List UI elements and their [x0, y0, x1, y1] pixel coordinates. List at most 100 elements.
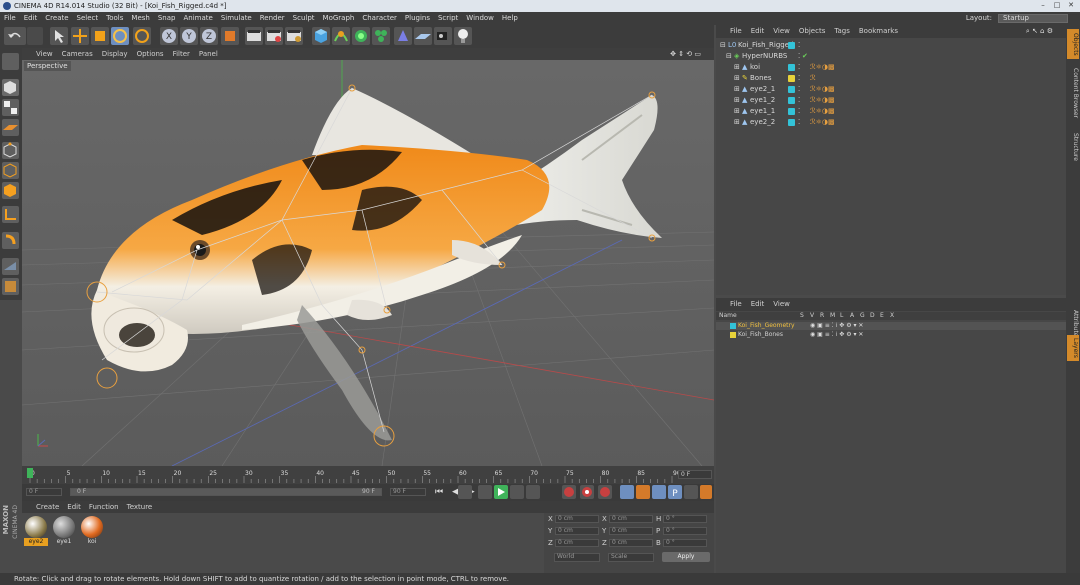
parameter-key-icon[interactable]: P — [668, 485, 682, 499]
object-tags-icon[interactable]: ℛ⚛◑▩ — [810, 117, 835, 128]
position-key-icon[interactable] — [620, 485, 634, 499]
live-selection-tool-icon[interactable] — [50, 27, 68, 45]
visibility-dots[interactable]: ⁚ — [798, 51, 800, 62]
menu-sculpt[interactable]: Sculpt — [289, 12, 319, 25]
autokey-icon[interactable] — [580, 485, 594, 499]
rotate-tool-icon[interactable] — [111, 27, 129, 45]
position-z-field[interactable]: 0 cm — [555, 539, 599, 547]
enable-axis-icon[interactable] — [2, 206, 19, 223]
objects-menu-tags[interactable]: Tags — [834, 27, 850, 35]
object-tags-icon[interactable]: ℛ — [810, 73, 816, 84]
menu-mograph[interactable]: MoGraph — [319, 12, 359, 25]
keyframe-selection-icon[interactable] — [598, 485, 612, 499]
render-view-icon[interactable] — [245, 27, 263, 45]
z-axis-lock-icon[interactable]: Z — [200, 27, 218, 45]
object-expand-icon[interactable]: ⊞ — [734, 62, 740, 73]
snapping-icon[interactable] — [2, 258, 19, 275]
layer-row-bones[interactable]: Koi_Fish_Bones ◉ ▣ ≡ ⁚ ⁞ ✥ ⚙ ▾ ✕ — [716, 331, 1066, 339]
camera-icon[interactable] — [434, 27, 452, 45]
rotation-h-field[interactable]: 0 ° — [663, 515, 707, 523]
timeline-window-icon[interactable] — [700, 485, 712, 499]
light-icon[interactable] — [454, 27, 472, 45]
viewport-menu-filter[interactable]: Filter — [173, 50, 190, 58]
menu-window[interactable]: Window — [462, 12, 498, 25]
material-swatch-koi[interactable]: koi — [80, 516, 104, 546]
object-tags-icon[interactable]: ℛ⚛◑▩ — [810, 106, 835, 117]
object-row-koi-fish-rigged[interactable]: ⊟ L0 Koi_Fish_Rigged ⁚ — [716, 40, 1066, 51]
menu-help[interactable]: Help — [498, 12, 522, 25]
make-editable-icon[interactable] — [2, 53, 19, 70]
floor-icon[interactable] — [414, 27, 432, 45]
3d-viewport[interactable]: Perspective — [22, 60, 714, 466]
camera-label[interactable]: Perspective — [24, 61, 71, 71]
play-icon[interactable] — [494, 485, 508, 499]
visibility-dots[interactable]: ⁚ — [798, 106, 800, 117]
cube-primitive-icon[interactable] — [312, 27, 330, 45]
object-row-eye2-2[interactable]: ⊞ ▲ eye2_2 ⁚ ℛ⚛◑▩ — [716, 117, 1066, 128]
edges-mode-icon[interactable] — [2, 162, 19, 179]
object-row-eye1-1[interactable]: ⊞ ▲ eye1_1 ⁚ ℛ⚛◑▩ — [716, 106, 1066, 117]
goto-end-icon[interactable] — [526, 485, 540, 499]
viewport-menu-panel[interactable]: Panel — [199, 50, 218, 58]
preview-range-slider[interactable]: 0 F 90 F — [70, 488, 382, 496]
menu-render[interactable]: Render — [256, 12, 289, 25]
mograph-cloner-icon[interactable] — [372, 27, 390, 45]
record-icon[interactable] — [562, 485, 576, 499]
size-mode-dropdown[interactable]: Scale — [608, 553, 654, 562]
material-menu-edit[interactable]: Edit — [67, 503, 81, 511]
nurbs-icon[interactable] — [332, 27, 350, 45]
menu-mesh[interactable]: Mesh — [127, 12, 153, 25]
object-tags-icon[interactable]: ℛ⚛◑▩ — [810, 62, 835, 73]
menu-select[interactable]: Select — [73, 12, 103, 25]
tweak-mode-icon[interactable] — [2, 232, 19, 249]
menu-edit[interactable]: Edit — [20, 12, 42, 25]
menu-file[interactable]: File — [0, 12, 20, 25]
object-expand-icon[interactable]: ⊞ — [734, 95, 740, 106]
position-y-field[interactable]: 0 cm — [555, 527, 599, 535]
deformer-icon[interactable] — [394, 27, 412, 45]
tab-layers[interactable]: Layers — [1067, 335, 1079, 361]
layout-dropdown[interactable]: Startup — [998, 14, 1068, 23]
object-expand-icon[interactable]: ⊟ — [726, 51, 732, 62]
prev-key-icon[interactable] — [478, 485, 492, 499]
viewport-menu-view[interactable]: View — [36, 50, 53, 58]
coordinate-system-icon[interactable] — [221, 27, 239, 45]
x-axis-lock-icon[interactable]: X — [160, 27, 178, 45]
scale-tool-icon[interactable] — [91, 27, 109, 45]
tab-content-browser[interactable]: Content Browser — [1067, 65, 1079, 121]
menu-script[interactable]: Script — [434, 12, 462, 25]
menu-character[interactable]: Character — [358, 12, 401, 25]
goto-start-icon[interactable] — [458, 485, 472, 499]
object-expand-icon[interactable]: ⊞ — [734, 84, 740, 95]
layers-menu-file[interactable]: File — [730, 300, 742, 308]
layer-toggle-icons[interactable]: ◉ ▣ ≡ ⁚ ⁞ ✥ ⚙ ▾ ✕ — [810, 331, 863, 339]
workplane-mode-icon[interactable] — [2, 119, 19, 136]
model-mode-icon[interactable] — [2, 79, 19, 96]
visibility-dots[interactable]: ⁚ — [798, 95, 800, 106]
visibility-dots[interactable]: ⁚ — [798, 62, 800, 73]
menu-plugins[interactable]: Plugins — [401, 12, 434, 25]
layer-toggle-icons[interactable]: ◉ ▣ ≡ ⁚ ⁞ ✥ ⚙ ▾ ✕ — [810, 322, 863, 330]
object-expand-icon[interactable]: ⊞ — [734, 117, 740, 128]
object-row-eye2-1[interactable]: ⊞ ▲ eye2_1 ⁚ ℛ⚛◑▩ — [716, 84, 1066, 95]
recent-tools-icon[interactable] — [133, 27, 151, 45]
coordinate-mode-dropdown[interactable]: World — [554, 553, 600, 562]
material-swatch-eye1[interactable]: eye1 — [52, 516, 76, 546]
polygons-mode-icon[interactable] — [2, 182, 19, 199]
y-axis-lock-icon[interactable]: Y — [180, 27, 198, 45]
visibility-dots[interactable]: ⁚ — [798, 84, 800, 95]
visibility-dots[interactable]: ⁚ — [798, 40, 800, 51]
scale-key-icon[interactable] — [636, 485, 650, 499]
object-tags-icon[interactable]: ℛ⚛◑▩ — [810, 95, 835, 106]
size-z-field[interactable]: 0 cm — [609, 539, 653, 547]
layers-menu-edit[interactable]: Edit — [751, 300, 765, 308]
workplane-icon[interactable] — [2, 278, 19, 295]
rotation-p-field[interactable]: 0 ° — [663, 527, 707, 535]
object-expand-icon[interactable]: ⊟ — [720, 40, 726, 51]
objects-menu-edit[interactable]: Edit — [751, 27, 765, 35]
viewport-menu-options[interactable]: Options — [137, 50, 164, 58]
texture-mode-icon[interactable] — [2, 99, 19, 116]
menu-create[interactable]: Create — [41, 12, 72, 25]
material-menu-texture[interactable]: Texture — [127, 503, 153, 511]
menu-snap[interactable]: Snap — [154, 12, 180, 25]
